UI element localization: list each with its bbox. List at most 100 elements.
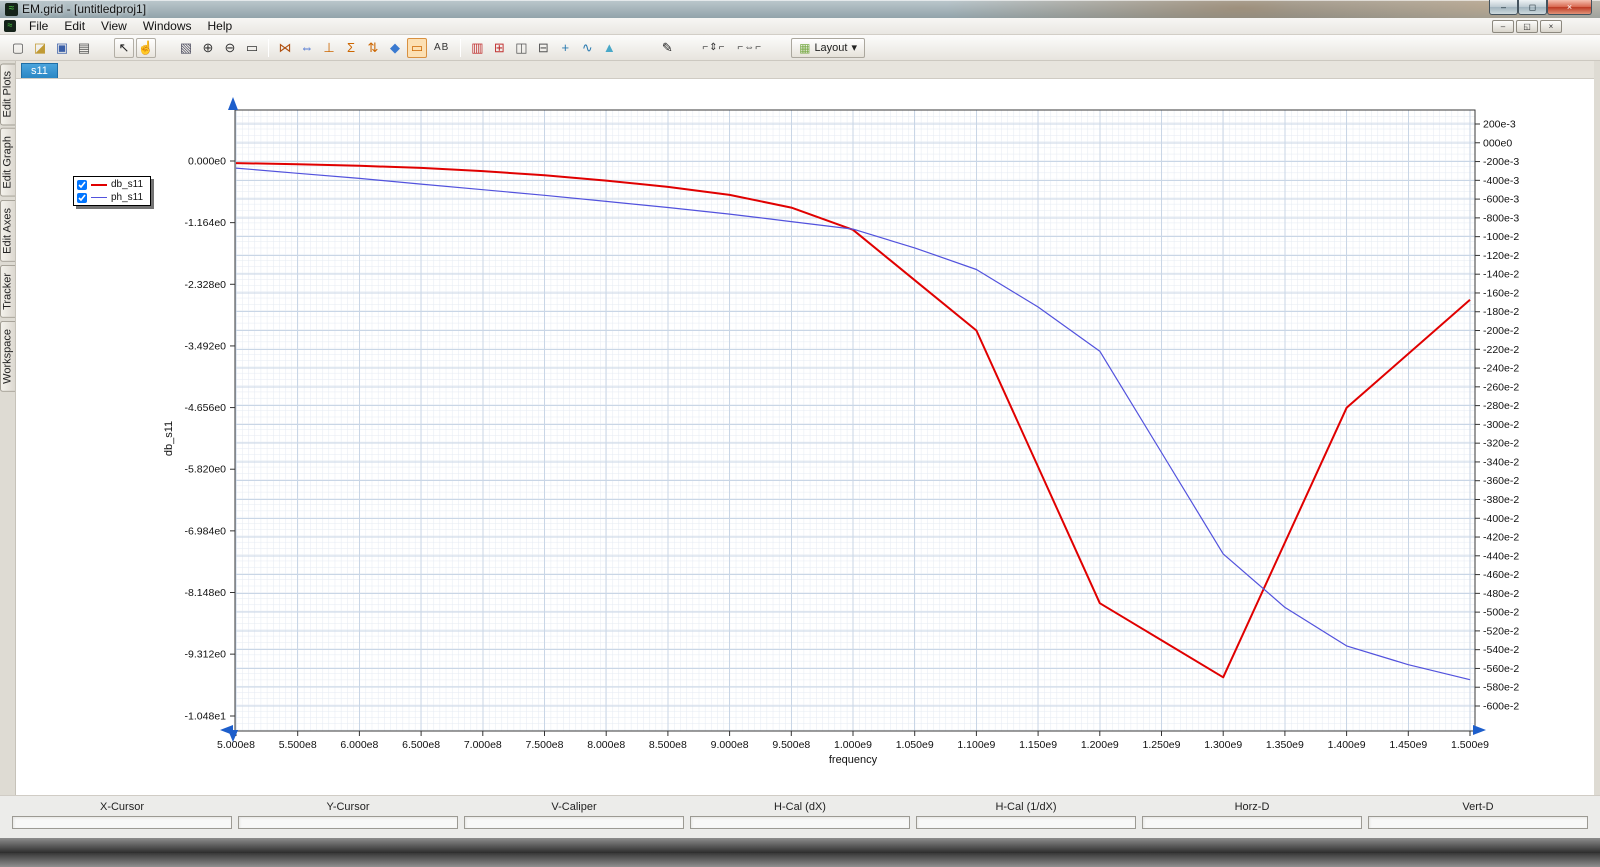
window-title: EM.grid - [untitledproj1] [22, 2, 147, 16]
status-label-vert-d: Vert-D [1462, 801, 1494, 813]
bar-plot-tool-button[interactable]: ▥ [467, 38, 487, 58]
menu-view[interactable]: View [93, 18, 135, 34]
previous-view-tool-button[interactable]: ⋈ [275, 38, 295, 58]
legend-checkbox-ph-s11[interactable] [77, 192, 87, 203]
x-cursor-tool-button[interactable]: ⌐⇔⌐ [732, 38, 767, 58]
pan-tool-icon: ☝ [137, 39, 155, 55]
label-tool-button[interactable]: AB [429, 38, 454, 58]
y-cursor-tool-icon: ⌐⇕⌐ [702, 42, 726, 53]
v-caliper-input[interactable] [464, 816, 684, 829]
left-tick-label: -1.048e1 [185, 711, 227, 723]
menu-file[interactable]: File [21, 18, 56, 34]
minimize-button[interactable]: – [1489, 0, 1518, 15]
axis-arrow-left [220, 725, 233, 735]
zoom-in-tool-button[interactable]: ⊕ [198, 38, 218, 58]
zoom-window-tool-icon: ▧ [179, 39, 193, 55]
split-pane-tool-button[interactable]: ⊟ [533, 38, 553, 58]
select-tool-button[interactable]: ↖ [114, 37, 134, 58]
doc-tab-s11[interactable]: s11 [21, 63, 58, 78]
side-tab-tracker[interactable]: Tracker [0, 264, 15, 318]
toolbar: ▢ ◪ ▣ ▤ ↖ ☝ ▧ ⊕ ⊖ ▭ ⋈ ⇔ ⊥ Σ ⇅ ◆ ▭ AB ▥ ⊞ ◫ ⊟ + ∿ ▲ ✎ ⌐⇕⌐ ⌐⇔⌐ ▦ Layo… [0, 35, 1600, 61]
y-cursor-input[interactable] [238, 816, 458, 829]
side-tab-workspace[interactable]: Workspace [0, 320, 15, 392]
left-tick-label: -3.492e0 [185, 340, 227, 352]
menu-help[interactable]: Help [200, 18, 241, 34]
document-icon: ≈ [4, 20, 16, 32]
zoom-window-tool-button[interactable]: ▧ [176, 38, 196, 58]
x-axis-title: frequency [829, 754, 878, 766]
menu-windows[interactable]: Windows [135, 18, 200, 34]
new-file-button[interactable]: ▢ [8, 38, 28, 58]
zoom-box-tool-button[interactable]: ▭ [407, 37, 427, 58]
horz-d-input[interactable] [1142, 816, 1362, 829]
add-plot-tool-button[interactable]: + [555, 38, 575, 58]
restore-doc-button[interactable]: ◱ [1516, 19, 1538, 33]
zoom-fit-tool-icon: ▭ [245, 39, 259, 55]
x-tick-label: 6.000e8 [340, 739, 378, 751]
maximize-button[interactable]: ◻ [1518, 0, 1547, 15]
status-v-caliper: V-Caliper [464, 801, 684, 838]
side-tab-edit-axes[interactable]: Edit Axes [0, 200, 15, 262]
x-tick-label: 1.350e9 [1266, 739, 1304, 751]
right-tick-label: 000e0 [1483, 137, 1512, 149]
swap-axes-tool-button[interactable]: ⇔ [297, 38, 317, 58]
right-tick-label: -100e-2 [1483, 231, 1519, 243]
close-doc-button[interactable]: × [1540, 19, 1562, 33]
side-tab-edit-graph[interactable]: Edit Graph [0, 128, 15, 198]
layout-dropdown[interactable]: ▦ Layout ▾ [791, 37, 865, 58]
y-cursor-tool-button[interactable]: ⌐⇕⌐ [697, 38, 730, 58]
minimize-doc-button[interactable]: – [1492, 19, 1514, 33]
sidebar-tabs: Edit Plots Edit Graph Edit Axes Tracker Work… [0, 61, 16, 795]
marker-diamond-tool-button[interactable]: ◆ [385, 38, 405, 58]
x-tick-label: 9.000e8 [711, 739, 749, 751]
bottom-frame-dark [0, 838, 1600, 853]
bottom-frame-light [0, 853, 1600, 867]
right-tick-label: -280e-2 [1483, 400, 1519, 412]
print-button[interactable]: ▤ [74, 38, 94, 58]
save-file-button[interactable]: ▣ [52, 38, 72, 58]
fit-vertical-tool-button[interactable]: ⇅ [363, 38, 383, 58]
right-tick-label: -500e-2 [1483, 607, 1519, 619]
legend-line-sample [91, 197, 107, 198]
status-bar: X-Cursor Y-Cursor V-Caliper H-Cal (dX) H-Cal… [0, 795, 1600, 838]
close-button[interactable]: × [1547, 0, 1592, 15]
pan-tool-button[interactable]: ☝ [136, 37, 156, 58]
chevron-down-icon: ▾ [851, 42, 857, 54]
right-tick-label: -520e-2 [1483, 625, 1519, 637]
status-label-x-cursor: X-Cursor [99, 801, 144, 813]
autoscale-tool-button[interactable]: Σ [341, 38, 361, 58]
x-cursor-input[interactable] [12, 816, 232, 829]
legend-checkbox-db-s11[interactable] [77, 179, 87, 190]
bar-plot-tool-icon: ▥ [471, 39, 484, 55]
previous-view-tool-icon: ⋈ [278, 39, 292, 55]
app-icon: ≈ [5, 2, 18, 16]
right-tick-label: -480e-2 [1483, 588, 1519, 600]
h-cal-1-dx-input[interactable] [916, 816, 1136, 829]
right-tick-label: -220e-2 [1483, 344, 1519, 356]
left-tick-label: 0.000e0 [188, 156, 226, 168]
vertical-axis-tool-button[interactable]: ⊥ [319, 38, 339, 58]
pencil-tool-button[interactable]: ✎ [657, 38, 677, 58]
right-axis-labels: 200e-3 000e0 -200e-3 -400e-3 -600e-3 -800e-3 -… [1475, 119, 1519, 713]
plot-canvas: 0.000e0 -1.164e0 -2.328e0 -3.492e0 -4.656e0 -… [163, 97, 1519, 766]
h-cal-dx-input[interactable] [690, 816, 910, 829]
menu-edit[interactable]: Edit [56, 18, 93, 34]
zoom-fit-tool-button[interactable]: ▭ [242, 38, 262, 58]
x-tick-label: 5.500e8 [279, 739, 317, 751]
right-tick-label: -300e-2 [1483, 419, 1519, 431]
right-tick-label: -600e-3 [1483, 194, 1519, 206]
print-icon: ▤ [77, 39, 91, 55]
zoom-out-tool-button[interactable]: ⊖ [220, 38, 240, 58]
status-vert-d: Vert-D [1368, 801, 1588, 838]
grid-plot-tool-button[interactable]: ⊞ [489, 38, 509, 58]
open-file-button[interactable]: ◪ [30, 38, 50, 58]
status-h-cal-dx: H-Cal (dX) [690, 801, 910, 838]
two-pane-tool-button[interactable]: ◫ [511, 38, 531, 58]
pencil-tool-icon: ✎ [661, 39, 673, 55]
area-plot-tool-button[interactable]: ▲ [599, 38, 619, 58]
x-tick-label: 1.450e9 [1389, 739, 1427, 751]
vert-d-input[interactable] [1368, 816, 1588, 829]
smooth-curve-tool-button[interactable]: ∿ [577, 38, 597, 58]
status-x-cursor: X-Cursor [12, 801, 232, 838]
side-tab-edit-plots[interactable]: Edit Plots [0, 63, 15, 126]
